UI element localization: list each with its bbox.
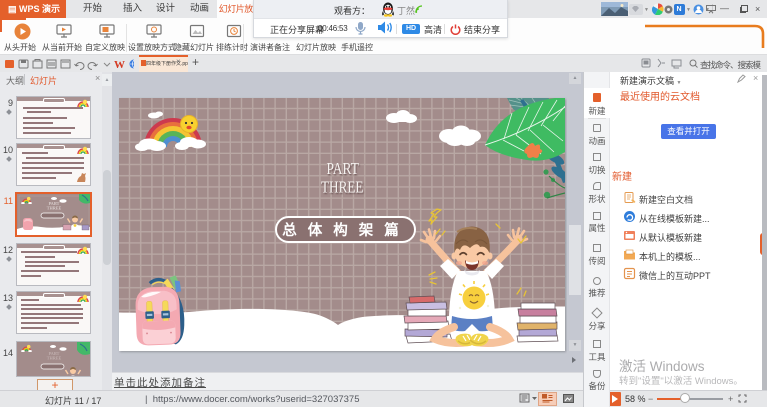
svg-text:THREE: THREE: [47, 356, 62, 361]
svg-text:PART: PART: [327, 159, 360, 178]
svg-text:W: W: [114, 59, 125, 70]
svg-text:THREE: THREE: [47, 206, 62, 211]
svg-text:THREE: THREE: [321, 178, 364, 197]
svg-text:总体构架篇: 总体构架篇: [282, 221, 410, 239]
